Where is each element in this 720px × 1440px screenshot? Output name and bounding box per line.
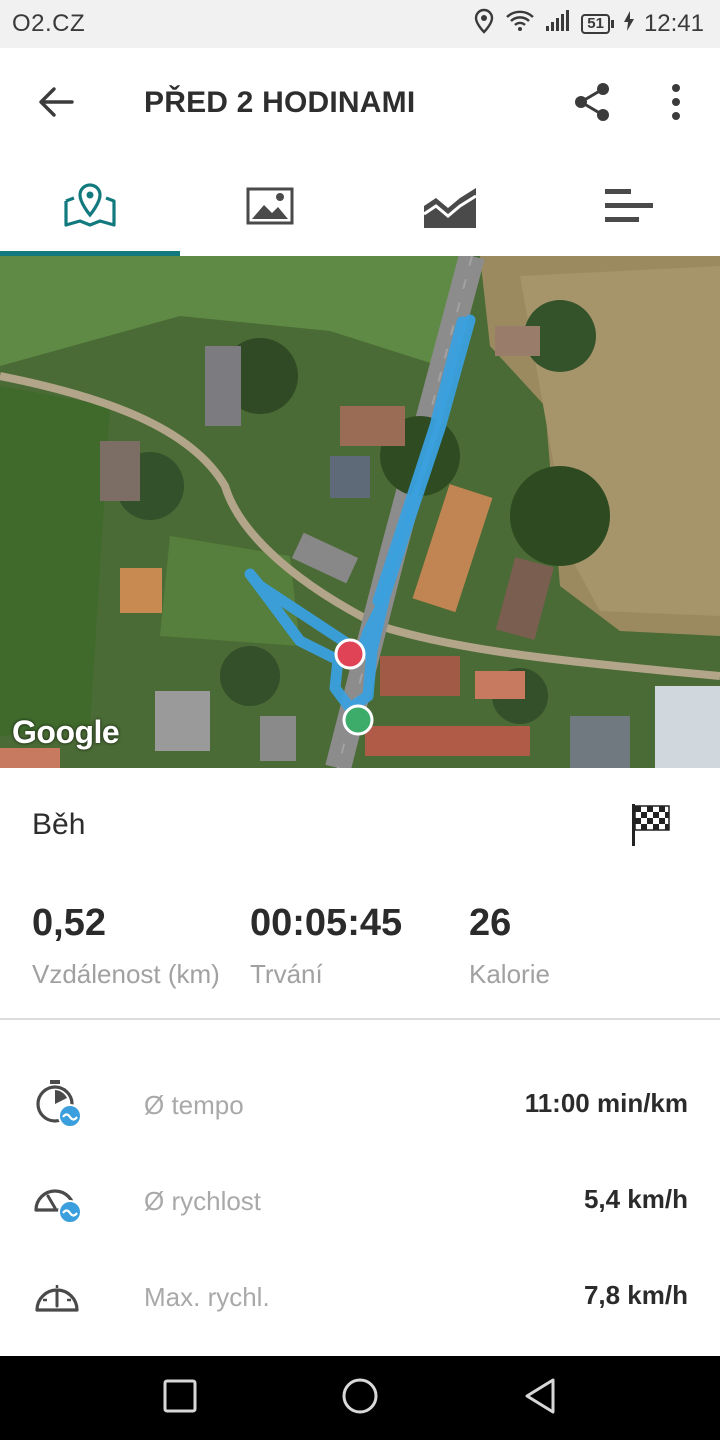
location-icon — [473, 8, 495, 41]
page-title: PŘED 2 HODINAMI — [144, 86, 416, 119]
map-pin-icon — [62, 182, 118, 234]
list-bars-icon — [605, 187, 655, 230]
calories-label: Kalorie — [469, 959, 550, 989]
wifi-icon — [505, 9, 535, 40]
charging-icon — [623, 10, 634, 38]
battery-level: 51 — [581, 14, 610, 34]
detail-row-avg-speed: Ø rychlost 5,4 km/h — [0, 1152, 720, 1248]
triangle-back-icon — [523, 1378, 557, 1419]
back-arrow-icon — [38, 86, 74, 123]
carrier-name: O2.CZ — [12, 10, 86, 37]
checkered-flag-icon — [628, 802, 672, 846]
speedometer-avg-icon — [32, 1174, 84, 1226]
activity-type: Běh — [32, 808, 86, 841]
avg-speed-value: 5,4 km/h — [583, 1184, 688, 1214]
detail-row-max-speed: Max. rychl. 7,8 km/h — [0, 1248, 720, 1344]
map-attribution: Google — [12, 714, 120, 750]
satellite-map — [0, 256, 720, 768]
stat-distance: 0,52 Vzdálenost (km) — [32, 902, 220, 990]
status-bar: O2.CZ 51 12:41 — [0, 0, 720, 48]
home-button[interactable] — [336, 1374, 384, 1422]
avg-speed-label: Ø rychlost — [144, 1186, 262, 1216]
tab-bar — [0, 160, 720, 256]
system-nav-bar — [0, 1356, 720, 1440]
more-options-button[interactable] — [656, 78, 696, 130]
share-icon — [572, 82, 612, 127]
tab-laps[interactable] — [540, 160, 720, 256]
end-marker — [334, 638, 366, 670]
speedometer-icon — [32, 1270, 84, 1322]
activity-row: Běh — [0, 768, 720, 884]
distance-label: Vzdálenost (km) — [32, 959, 220, 989]
recents-button[interactable] — [156, 1374, 204, 1422]
summary-stats: 0,52 Vzdálenost (km) 00:05:45 Trvání 26 … — [0, 884, 720, 1020]
duration-label: Trvání — [250, 959, 323, 989]
more-vertical-icon — [671, 83, 681, 125]
app-bar: PŘED 2 HODINAMI — [0, 48, 720, 160]
tab-photos[interactable] — [180, 160, 360, 256]
detail-row-pace: Ø tempo 11:00 min/km — [0, 1056, 720, 1152]
max-speed-value: 7,8 km/h — [583, 1280, 688, 1310]
pace-label: Ø tempo — [144, 1090, 244, 1120]
signal-icon — [545, 9, 571, 39]
battery-indicator: 51 — [581, 14, 614, 34]
distance-value: 0,52 — [32, 902, 106, 944]
circle-icon — [341, 1377, 379, 1420]
square-icon — [163, 1379, 197, 1418]
back-button[interactable] — [28, 80, 84, 128]
max-speed-label: Max. rychl. — [144, 1282, 270, 1312]
image-icon — [246, 187, 294, 230]
pace-value: 11:00 min/km — [524, 1088, 688, 1118]
chart-area-icon — [422, 184, 478, 233]
stopwatch-avg-icon — [32, 1078, 84, 1130]
tab-map[interactable] — [0, 160, 180, 256]
route-map[interactable]: Google — [0, 256, 720, 768]
start-marker — [342, 704, 374, 736]
battery-tip — [610, 20, 614, 28]
status-icons: 51 12:41 — [473, 8, 704, 41]
stat-calories: 26 Kalorie — [469, 902, 550, 990]
nav-back-button[interactable] — [516, 1374, 564, 1422]
share-button[interactable] — [566, 78, 618, 130]
tab-charts[interactable] — [360, 160, 540, 256]
calories-value: 26 — [469, 902, 512, 944]
duration-value: 00:05:45 — [250, 902, 403, 944]
clock: 12:41 — [643, 10, 704, 37]
stat-duration: 00:05:45 Trvání — [250, 902, 402, 990]
